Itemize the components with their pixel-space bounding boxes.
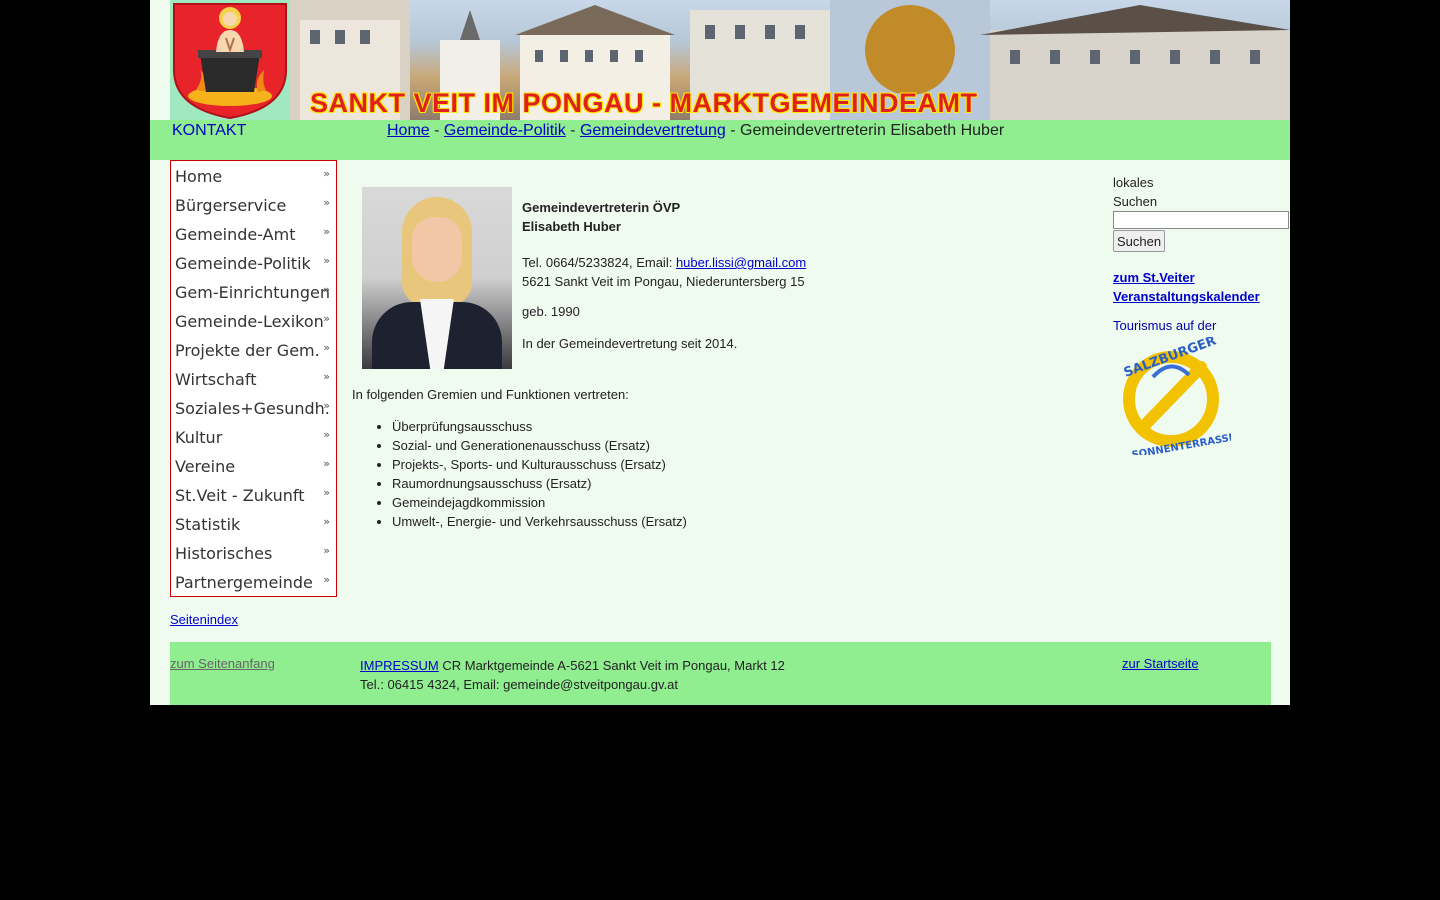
profile-born: geb. 1990 <box>522 304 580 319</box>
list-item: Raumordnungsausschuss (Ersatz) <box>392 474 687 493</box>
veranstaltungskalender-link[interactable]: zum St.Veiter Veranstaltungskalender <box>1113 268 1260 306</box>
menu-item-label: Gemeinde-Lexikon <box>175 312 324 331</box>
profile-email-link[interactable]: huber.lissi@gmail.com <box>676 255 806 270</box>
chevron-right-icon: » <box>323 283 330 296</box>
menu-item-historisches[interactable]: Historisches » <box>171 539 336 568</box>
banner-title: SANKT VEIT IM PONGAU - MARKTGEMEINDEAMT <box>310 88 978 118</box>
menu-item-label: Home <box>175 167 223 186</box>
coat-of-arms-logo <box>170 0 290 120</box>
search-label: lokales <box>1113 175 1154 190</box>
menu-item-label: Partnergemeinde <box>175 573 313 592</box>
menu-item-label: Soziales+Gesundh. <box>175 399 330 418</box>
search-button[interactable]: Suchen <box>1113 230 1166 252</box>
chevron-right-icon: » <box>323 370 330 383</box>
profile-address: 5621 Sankt Veit im Pongau, Niederuntersb… <box>522 274 805 289</box>
breadcrumb-home-link[interactable]: Home <box>387 122 430 139</box>
menu-item-partnergemeinde[interactable]: Partnergemeinde » <box>171 568 336 597</box>
menu-item-buergerservice[interactable]: Bürgerservice » <box>171 191 336 220</box>
list-item: Sozial- und Generationenausschuss (Ersat… <box>392 436 687 455</box>
search-label: Suchen <box>1113 194 1158 209</box>
chevron-right-icon: » <box>323 312 330 325</box>
menu-item-wirtschaft[interactable]: Wirtschaft » <box>171 365 336 394</box>
profile-photo <box>362 187 512 369</box>
menu-item-label: Gem-Einrichtungen <box>175 283 330 302</box>
profile-since: In der Gemeindevertretung seit 2014. <box>522 336 738 351</box>
menu-item-home[interactable]: Home » <box>171 162 336 191</box>
breadcrumb: Home - Gemeinde-Politik - Gemeindevertre… <box>387 122 1004 140</box>
header-banner: SANKT VEIT IM PONGAU - MARKTGEMEINDEAMT <box>170 0 1290 120</box>
impressum-block: IMPRESSUM CR Marktgemeinde A-5621 Sankt … <box>360 656 785 694</box>
profile-contact: Tel. 0664/5233824, Email: huber.lissi@gm… <box>522 253 806 291</box>
profile-phone: Tel. 0664/5233824, Email: <box>522 255 676 270</box>
menu-item-gem-einrichtungen[interactable]: Gem-Einrichtungen» <box>171 278 336 307</box>
menu-item-zukunft[interactable]: St.Veit - Zukunft » <box>171 481 336 510</box>
breadcrumb-separator: - <box>565 122 580 139</box>
to-top-link[interactable]: zum Seitenanfang <box>170 656 275 671</box>
list-item: Umwelt-, Energie- und Verkehrsausschuss … <box>392 512 687 531</box>
chevron-right-icon: » <box>323 225 330 238</box>
profile-title: Gemeindevertreterin ÖVP Elisabeth Huber <box>522 198 680 236</box>
chevron-right-icon: » <box>323 486 330 499</box>
menu-item-label: Kultur <box>175 428 223 447</box>
menu-item-kultur[interactable]: Kultur » <box>171 423 336 452</box>
chevron-right-icon: » <box>323 254 330 267</box>
menu-item-gemeinde-amt[interactable]: Gemeinde-Amt » <box>171 220 336 249</box>
profile-name: Elisabeth Huber <box>522 219 621 234</box>
list-item: Gemeindejagdkommission <box>392 493 687 512</box>
menu-item-label: Projekte der Gem. <box>175 341 320 360</box>
menu-item-label: Gemeinde-Amt <box>175 225 296 244</box>
gremien-heading: In folgenden Gremien und Funktionen vert… <box>352 387 629 402</box>
menu-item-statistik[interactable]: Statistik » <box>171 510 336 539</box>
menu-item-label: Wirtschaft <box>175 370 257 389</box>
gremien-list: Überprüfungsausschuss Sozial- und Genera… <box>352 417 687 531</box>
chevron-right-icon: » <box>323 399 330 412</box>
footer-address: CR Marktgemeinde A-5621 Sankt Veit im Po… <box>438 658 785 673</box>
search-input[interactable] <box>1113 211 1289 229</box>
menu-item-gemeinde-politik[interactable]: Gemeinde-Politik » <box>171 249 336 278</box>
to-home-link[interactable]: zur Startseite <box>1122 656 1199 671</box>
chevron-right-icon: » <box>323 515 330 528</box>
footer: zum Seitenanfang IMPRESSUM CR Marktgemei… <box>170 642 1271 705</box>
menu-item-projekte[interactable]: Projekte der Gem.» <box>171 336 336 365</box>
sidebar-menu: Home » Bürgerservice » Gemeinde-Amt » Gemei… <box>170 160 337 597</box>
breadcrumb-current: Gemeindevertreterin Elisabeth Huber <box>740 122 1005 139</box>
menu-item-label: Bürgerservice <box>175 196 287 215</box>
chevron-right-icon: » <box>323 196 330 209</box>
page-container: SANKT VEIT IM PONGAU - MARKTGEMEINDEAMT … <box>150 0 1290 705</box>
kalender-link-line1: zum St.Veiter <box>1113 270 1195 285</box>
list-item: Überprüfungsausschuss <box>392 417 687 436</box>
kontakt-link[interactable]: KONTAKT <box>172 122 246 140</box>
menu-item-label: Statistik <box>175 515 241 534</box>
menu-item-label: Vereine <box>175 457 236 476</box>
menu-item-soziales[interactable]: Soziales+Gesundh.» <box>171 394 336 423</box>
seitenindex-link[interactable]: Seitenindex <box>170 612 238 627</box>
menu-item-label: Gemeinde-Politik <box>175 254 311 273</box>
kalender-link-line2: Veranstaltungskalender <box>1113 289 1260 304</box>
salzburger-sonnenterrasse-logo[interactable]: SALZBURGER SONNENTERRASSE <box>1113 333 1237 461</box>
menu-item-label: Historisches <box>175 544 273 563</box>
breadcrumb-separator: - <box>725 122 741 139</box>
breadcrumb-separator: - <box>429 122 444 139</box>
menu-item-gemeinde-lexikon[interactable]: Gemeinde-Lexikon» <box>171 307 336 336</box>
breadcrumb-gemeindevertretung-link[interactable]: Gemeindevertretung <box>580 122 726 139</box>
list-item: Projekts-, Sports- und Kulturausschuss (… <box>392 455 687 474</box>
breadcrumb-gemeinde-politik-link[interactable]: Gemeinde-Politik <box>444 122 566 139</box>
footer-contact: Tel.: 06415 4324, Email: gemeinde@stveit… <box>360 677 678 692</box>
impressum-link[interactable]: IMPRESSUM <box>360 658 439 673</box>
chevron-right-icon: » <box>323 167 330 180</box>
chevron-right-icon: » <box>323 457 330 470</box>
chevron-right-icon: » <box>323 428 330 441</box>
menu-item-label: St.Veit - Zukunft <box>175 486 305 505</box>
chevron-right-icon: » <box>323 573 330 586</box>
chevron-right-icon: » <box>323 341 330 354</box>
chevron-right-icon: » <box>323 544 330 557</box>
profile-role: Gemeindevertreterin ÖVP <box>522 200 681 215</box>
menu-item-vereine[interactable]: Vereine » <box>171 452 336 481</box>
tourismus-label: Tourismus auf der <box>1113 318 1217 333</box>
